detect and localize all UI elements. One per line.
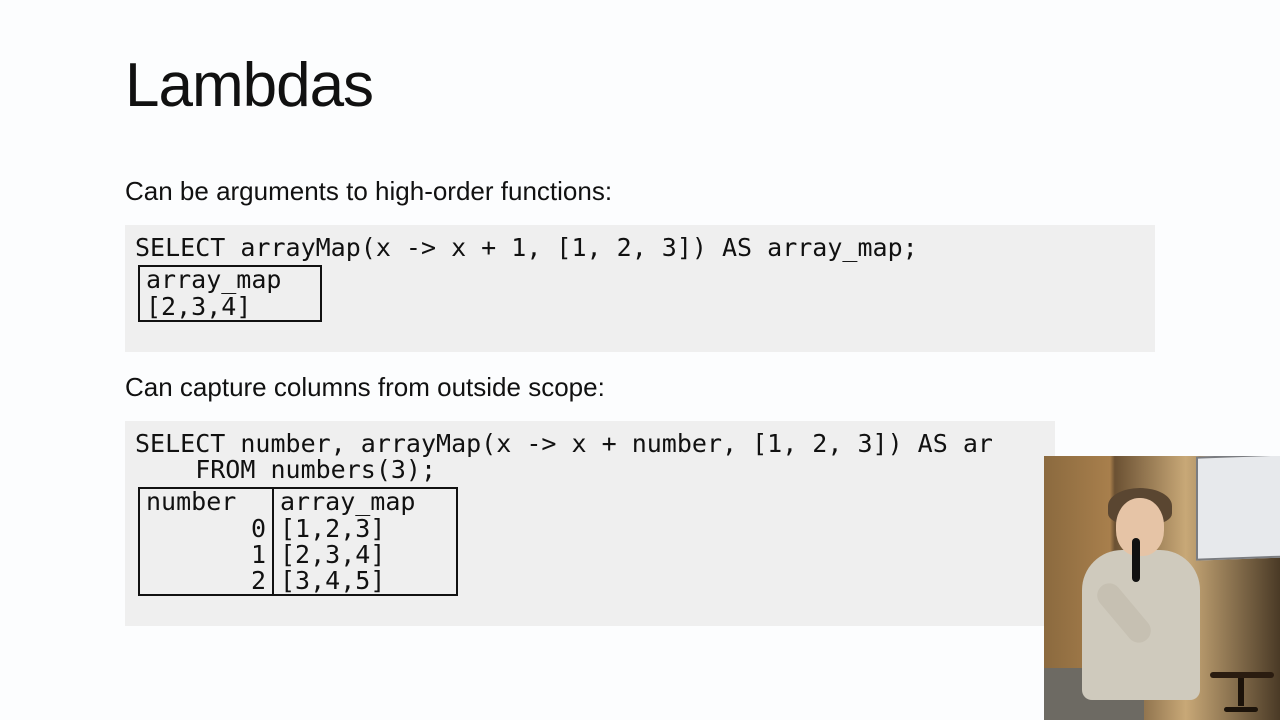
code-block-2: SELECT number, arrayMap(x -> x + number,… xyxy=(125,421,1055,627)
result2-header-1: array_map xyxy=(274,487,458,515)
slide-content: Lambdas Can be arguments to high-order f… xyxy=(125,50,1155,646)
table-cell: 1 xyxy=(138,542,274,568)
slide-title: Lambdas xyxy=(125,50,1155,121)
code2-line1: SELECT number, arrayMap(x -> x + number,… xyxy=(135,429,993,458)
table-cell: [1,2,3] xyxy=(274,516,458,542)
result1-header: array_map xyxy=(138,265,322,293)
result-table-2: numberarray_map0[1,2,3]1[2,3,4]2[3,4,5] xyxy=(138,487,458,596)
result1-value: [2,3,4] xyxy=(138,294,322,322)
table-cell: [3,4,5] xyxy=(274,568,458,596)
result-table-1: array_map[2,3,4] xyxy=(138,265,322,322)
table-cell: [2,3,4] xyxy=(274,542,458,568)
result2-header-0: number xyxy=(138,487,274,515)
table-cell: 2 xyxy=(138,568,274,596)
table-cell: 0 xyxy=(138,516,274,542)
presenter xyxy=(1072,490,1212,720)
section2-lead: Can capture columns from outside scope: xyxy=(125,372,1155,403)
code-block-1: SELECT arrayMap(x -> x + 1, [1, 2, 3]) A… xyxy=(125,225,1155,352)
microphone-icon xyxy=(1132,538,1140,582)
code1-line: SELECT arrayMap(x -> x + 1, [1, 2, 3]) A… xyxy=(135,233,918,262)
code2-line2: FROM numbers(3); xyxy=(135,455,436,484)
speaker-video-thumbnail xyxy=(1044,456,1280,720)
side-table xyxy=(1210,672,1274,712)
section1-lead: Can be arguments to high-order functions… xyxy=(125,176,1155,207)
